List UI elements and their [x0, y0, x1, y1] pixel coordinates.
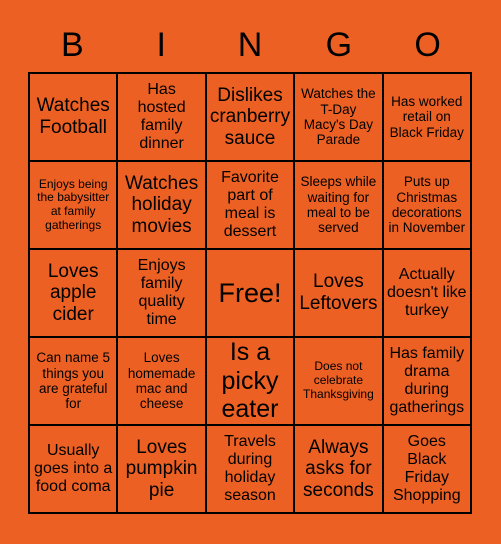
header-letter-i: I [156, 26, 166, 64]
bingo-card: B I N G O Watches Football Has hosted fam… [0, 0, 501, 544]
bingo-cell[interactable]: Always asks for seconds [295, 426, 384, 514]
bingo-cell-label: Travels during holiday season [224, 432, 276, 505]
bingo-cell[interactable]: Enjoys family quality time [118, 250, 207, 338]
bingo-cell-label: Dislikes cranberry sauce [209, 84, 291, 149]
bingo-grid: Watches Football Has hosted family dinner… [28, 72, 472, 514]
bingo-cell-label: Actually doesn't like turkey [387, 265, 467, 320]
bingo-cell[interactable]: Has worked retail on Black Friday [383, 74, 472, 162]
bingo-cell[interactable]: Has family drama during gatherings [383, 338, 472, 426]
bingo-cell[interactable]: Loves Leftovers [295, 250, 384, 338]
bingo-cell-label: Usually goes into a food coma [34, 441, 113, 496]
bingo-cell[interactable]: Travels during holiday season [206, 426, 296, 514]
bingo-cell[interactable]: Does not celebrate Thanksgiving [295, 338, 384, 426]
bingo-cell[interactable]: Sleeps while waiting for meal to be serv… [295, 162, 384, 250]
bingo-header: B I N G O [28, 22, 472, 68]
bingo-cell-label: Enjoys being the babysitter at family ga… [37, 176, 110, 232]
bingo-cell[interactable]: Watches holiday movies [118, 162, 207, 250]
bingo-cell-label: Goes Black Friday Shopping [392, 432, 461, 505]
bingo-cell[interactable]: Loves apple cider [30, 250, 119, 338]
bingo-cell-label: Loves pumpkin pie [125, 436, 198, 501]
bingo-cell-label: Has family drama during gatherings [389, 344, 465, 417]
bingo-cell[interactable]: Actually doesn't like turkey [383, 250, 472, 338]
bingo-cell-label: Favorite part of meal is dessert [221, 168, 279, 241]
bingo-cell-label: Does not celebrate Thanksgiving [303, 359, 374, 401]
bingo-cell-label: Loves apple cider [47, 260, 99, 325]
bingo-cell-label: Has worked retail on Black Friday [389, 93, 464, 140]
bingo-cell-free[interactable]: Free! [206, 250, 296, 338]
bingo-cell-label: Free! [218, 277, 282, 308]
bingo-cell[interactable]: Puts up Christmas decorations in Novembe… [383, 162, 472, 250]
bingo-cell-label: Is a picky eater [221, 338, 279, 424]
header-letter-n: N [237, 26, 263, 64]
bingo-cell-label: Has hosted family dinner [137, 80, 186, 153]
bingo-cell[interactable]: Loves homemade mac and cheese [118, 338, 207, 426]
bingo-cell[interactable]: Dislikes cranberry sauce [206, 74, 296, 162]
header-letter-g: G [325, 26, 353, 64]
header-letter-b: B [61, 26, 84, 64]
bingo-cell-label: Always asks for seconds [303, 436, 374, 501]
bingo-cell-label: Watches Football [36, 95, 110, 138]
bingo-cell-label: Watches holiday movies [124, 172, 199, 237]
bingo-cell[interactable]: Enjoys being the babysitter at family ga… [30, 162, 119, 250]
bingo-cell-label: Sleeps while waiting for meal to be serv… [300, 174, 377, 236]
bingo-cell[interactable]: Is a picky eater [206, 338, 296, 426]
bingo-cell-label: Puts up Christmas decorations in Novembe… [388, 174, 466, 236]
bingo-cell-label: Loves Leftovers [299, 271, 378, 314]
bingo-cell[interactable]: Can name 5 things you are grateful for [30, 338, 119, 426]
bingo-cell-label: Watches the T-Day Macy's Day Parade [301, 86, 376, 148]
bingo-cell[interactable]: Has hosted family dinner [118, 74, 207, 162]
bingo-cell[interactable]: Favorite part of meal is dessert [206, 162, 296, 250]
bingo-cell-label: Can name 5 things you are grateful for [36, 350, 110, 412]
header-letter-o: O [414, 26, 441, 64]
bingo-cell[interactable]: Usually goes into a food coma [30, 426, 119, 514]
bingo-cell-label: Enjoys family quality time [137, 256, 186, 329]
bingo-cell[interactable]: Goes Black Friday Shopping [383, 426, 472, 514]
bingo-cell[interactable]: Watches the T-Day Macy's Day Parade [295, 74, 384, 162]
bingo-cell[interactable]: Loves pumpkin pie [118, 426, 207, 514]
bingo-cell-label: Loves homemade mac and cheese [127, 350, 196, 412]
bingo-cell[interactable]: Watches Football [30, 74, 119, 162]
